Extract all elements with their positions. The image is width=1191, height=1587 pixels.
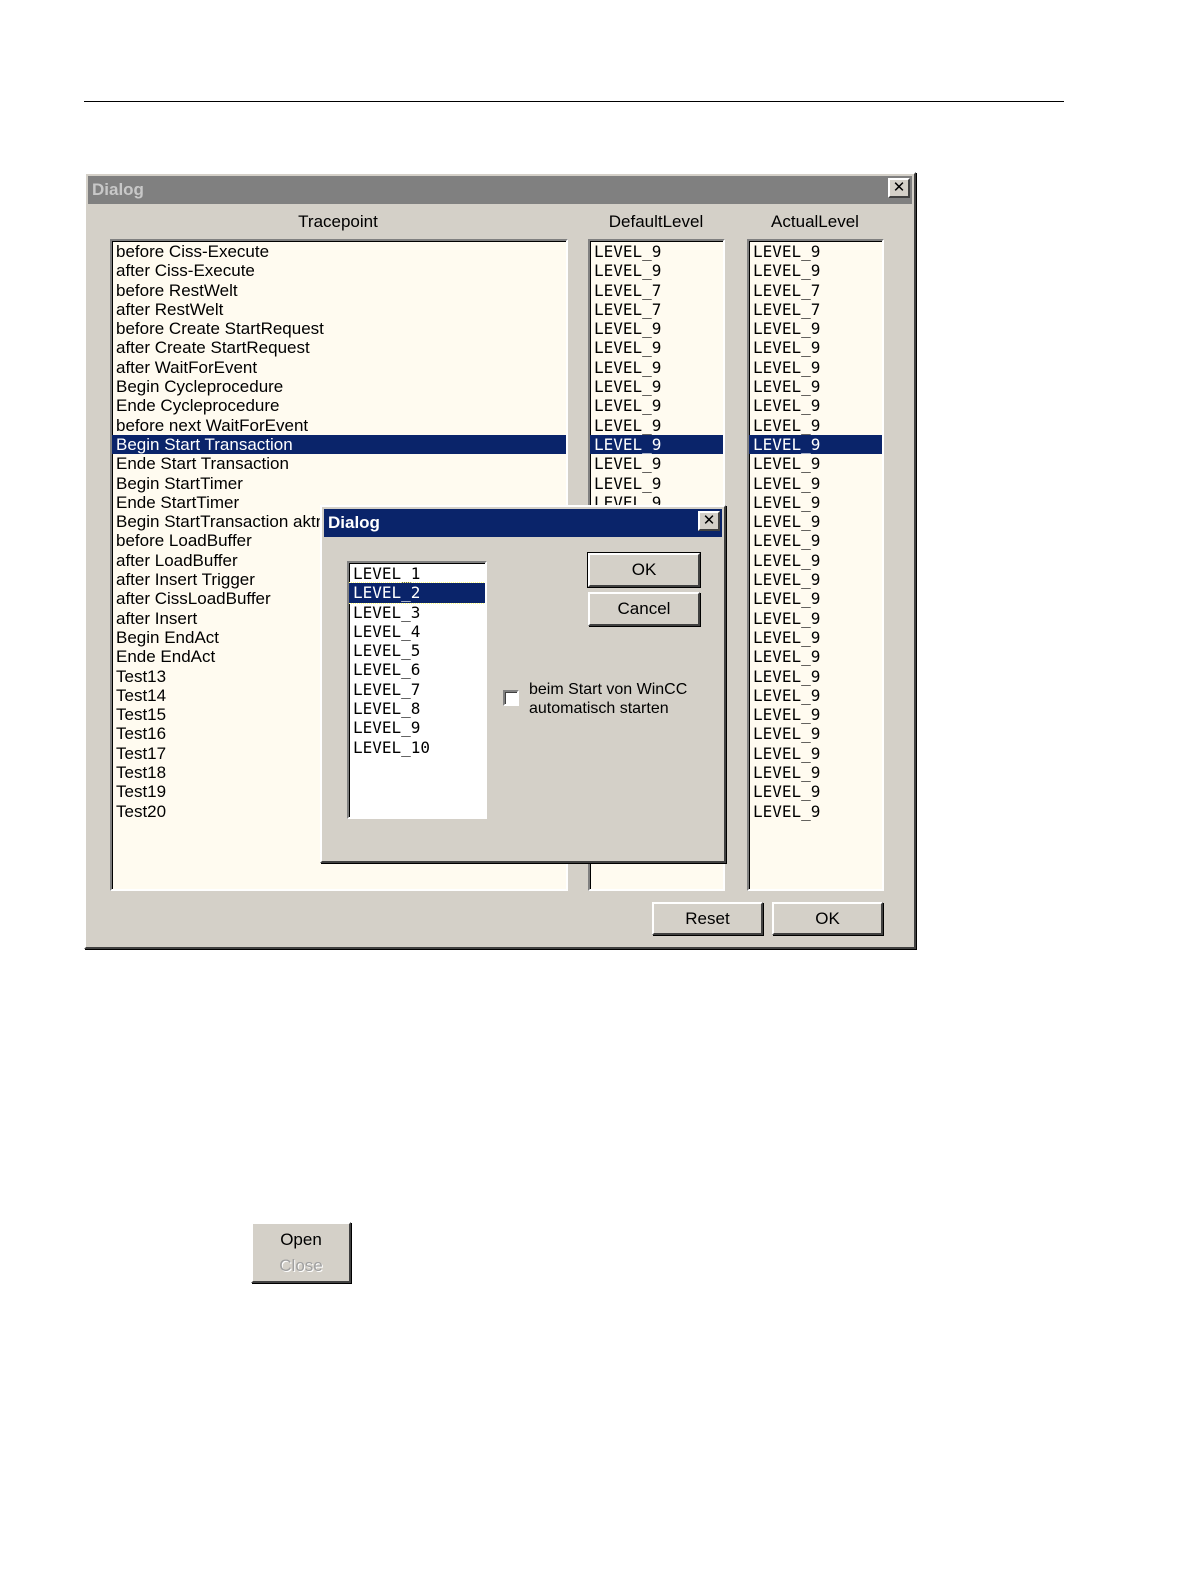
tracepoint-item[interactable]: Begin Cycleprocedure bbox=[112, 377, 566, 396]
actual-level-item[interactable]: LEVEL_9 bbox=[749, 531, 882, 550]
actual-level-item[interactable]: LEVEL_7 bbox=[749, 281, 882, 300]
default-level-item[interactable]: LEVEL_9 bbox=[590, 377, 723, 396]
tracepoint-header: Tracepoint bbox=[298, 212, 378, 231]
actual-level-item[interactable]: LEVEL_9 bbox=[749, 667, 882, 686]
level-item[interactable]: LEVEL_4 bbox=[349, 622, 485, 641]
level-item[interactable]: LEVEL_3 bbox=[349, 603, 485, 622]
actual-level-item[interactable]: LEVEL_9 bbox=[749, 338, 882, 357]
level-item[interactable]: LEVEL_7 bbox=[349, 680, 485, 699]
level-ok-button[interactable]: OK bbox=[588, 553, 700, 587]
level-dialog-close-icon[interactable]: ✕ bbox=[698, 511, 720, 531]
actual-level-item[interactable]: LEVEL_9 bbox=[749, 396, 882, 415]
level-item[interactable]: LEVEL_10 bbox=[349, 738, 485, 757]
default-level-item[interactable]: LEVEL_9 bbox=[590, 338, 723, 357]
level-select-dialog: Dialog ✕ LEVEL_1 LEVEL_2 LEVEL_3 LEVEL_4 LEV… bbox=[320, 505, 726, 863]
tracepoint-item[interactable]: after WaitForEvent bbox=[112, 358, 566, 377]
level-listbox[interactable]: LEVEL_1 LEVEL_2 LEVEL_3 LEVEL_4 LEVEL_5 LEVEL… bbox=[347, 561, 487, 819]
default-level-item[interactable]: LEVEL_9 bbox=[590, 261, 723, 280]
default-level-item[interactable]: LEVEL_9 bbox=[590, 416, 723, 435]
default-level-item[interactable]: LEVEL_9 bbox=[590, 358, 723, 377]
actual-level-item[interactable]: LEVEL_9 bbox=[749, 647, 882, 666]
actual-level-item[interactable]: LEVEL_9 bbox=[749, 512, 882, 531]
default-level-item[interactable]: LEVEL_9 bbox=[590, 434, 723, 455]
actual-level-item[interactable]: LEVEL_9 bbox=[749, 434, 882, 455]
actual-level-item[interactable]: LEVEL_9 bbox=[749, 570, 882, 589]
dialog-titlebar[interactable]: Dialog bbox=[88, 176, 912, 204]
page-header-rule bbox=[84, 101, 1064, 102]
tracepoint-item[interactable]: before RestWelt bbox=[112, 281, 566, 300]
actual-level-item[interactable]: LEVEL_9 bbox=[749, 358, 882, 377]
close-icon[interactable]: ✕ bbox=[888, 178, 910, 198]
close-button-disabled: Close bbox=[279, 1256, 323, 1275]
tracepoint-item[interactable]: Begin Start Transaction bbox=[112, 434, 566, 455]
default-level-item[interactable]: LEVEL_9 bbox=[590, 454, 723, 473]
actual-level-item[interactable]: LEVEL_9 bbox=[749, 782, 882, 801]
open-close-button-group[interactable]: Open Close bbox=[251, 1222, 351, 1283]
level-dialog-titlebar[interactable]: Dialog bbox=[324, 509, 722, 537]
tracepoint-item[interactable]: Ende Cycleprocedure bbox=[112, 396, 566, 415]
actual-level-item[interactable]: LEVEL_9 bbox=[749, 763, 882, 782]
actual-level-item[interactable]: LEVEL_9 bbox=[749, 377, 882, 396]
level-item[interactable]: LEVEL_9 bbox=[349, 718, 485, 737]
tracepoint-item[interactable]: after Create StartRequest bbox=[112, 338, 566, 357]
actual-level-item[interactable]: LEVEL_9 bbox=[749, 551, 882, 570]
autostart-label[interactable]: beim Start von WinCC automatisch starten bbox=[529, 680, 687, 718]
default-level-item[interactable]: LEVEL_9 bbox=[590, 474, 723, 493]
default-level-item[interactable]: LEVEL_9 bbox=[590, 396, 723, 415]
actual-level-item[interactable]: LEVEL_9 bbox=[749, 416, 882, 435]
level-cancel-button[interactable]: Cancel bbox=[588, 592, 700, 626]
actual-level-item[interactable]: LEVEL_9 bbox=[749, 261, 882, 280]
actual-level-item[interactable]: LEVEL_9 bbox=[749, 744, 882, 763]
level-item[interactable]: LEVEL_2 bbox=[349, 582, 485, 604]
actual-level-item[interactable]: LEVEL_9 bbox=[749, 802, 882, 821]
actual-level-item[interactable]: LEVEL_9 bbox=[749, 705, 882, 724]
actual-level-item[interactable]: LEVEL_9 bbox=[749, 319, 882, 338]
default-level-item[interactable]: LEVEL_7 bbox=[590, 300, 723, 319]
open-button[interactable]: Open bbox=[253, 1230, 349, 1250]
level-dialog-title: Dialog bbox=[328, 513, 380, 532]
tracepoint-item[interactable]: before Create StartRequest bbox=[112, 319, 566, 338]
tracepoint-item[interactable]: Begin StartTimer bbox=[112, 474, 566, 493]
ok-button[interactable]: OK bbox=[772, 902, 883, 935]
tracepoint-item[interactable]: Ende Start Transaction bbox=[112, 454, 566, 473]
tracepoint-item[interactable]: before next WaitForEvent bbox=[112, 416, 566, 435]
tracepoint-item[interactable]: after Ciss-Execute bbox=[112, 261, 566, 280]
actual-level-item[interactable]: LEVEL_9 bbox=[749, 589, 882, 608]
dialog-title: Dialog bbox=[92, 180, 144, 199]
actual-level-item[interactable]: LEVEL_9 bbox=[749, 474, 882, 493]
default-level-item[interactable]: LEVEL_9 bbox=[590, 319, 723, 338]
actual-level-item[interactable]: LEVEL_9 bbox=[749, 242, 882, 261]
autostart-label-line1: beim Start von WinCC bbox=[529, 681, 688, 698]
autostart-checkbox[interactable] bbox=[503, 690, 519, 706]
actual-level-item[interactable]: LEVEL_9 bbox=[749, 493, 882, 512]
default-level-header: DefaultLevel bbox=[608, 212, 704, 231]
reset-button[interactable]: Reset bbox=[652, 902, 763, 935]
actual-level-item[interactable]: LEVEL_9 bbox=[749, 609, 882, 628]
actual-level-item[interactable]: LEVEL_7 bbox=[749, 300, 882, 319]
tracepoint-item[interactable]: after RestWelt bbox=[112, 300, 566, 319]
actual-level-listbox[interactable]: LEVEL_9 LEVEL_9 LEVEL_7 LEVEL_7 LEVEL_9 LEVEL… bbox=[747, 239, 884, 891]
level-item[interactable]: LEVEL_6 bbox=[349, 660, 485, 679]
actual-level-item[interactable]: LEVEL_9 bbox=[749, 686, 882, 705]
level-item[interactable]: LEVEL_5 bbox=[349, 641, 485, 660]
default-level-item[interactable]: LEVEL_7 bbox=[590, 281, 723, 300]
actual-level-item[interactable]: LEVEL_9 bbox=[749, 454, 882, 473]
tracepoint-item[interactable]: before Ciss-Execute bbox=[112, 242, 566, 261]
level-item[interactable]: LEVEL_1 bbox=[349, 564, 485, 583]
actual-level-item[interactable]: LEVEL_9 bbox=[749, 628, 882, 647]
level-item[interactable]: LEVEL_8 bbox=[349, 699, 485, 718]
actual-level-header: ActualLevel bbox=[771, 212, 859, 231]
autostart-label-line2: automatisch starten bbox=[529, 700, 669, 717]
default-level-item[interactable]: LEVEL_9 bbox=[590, 242, 723, 261]
actual-level-item[interactable]: LEVEL_9 bbox=[749, 724, 882, 743]
